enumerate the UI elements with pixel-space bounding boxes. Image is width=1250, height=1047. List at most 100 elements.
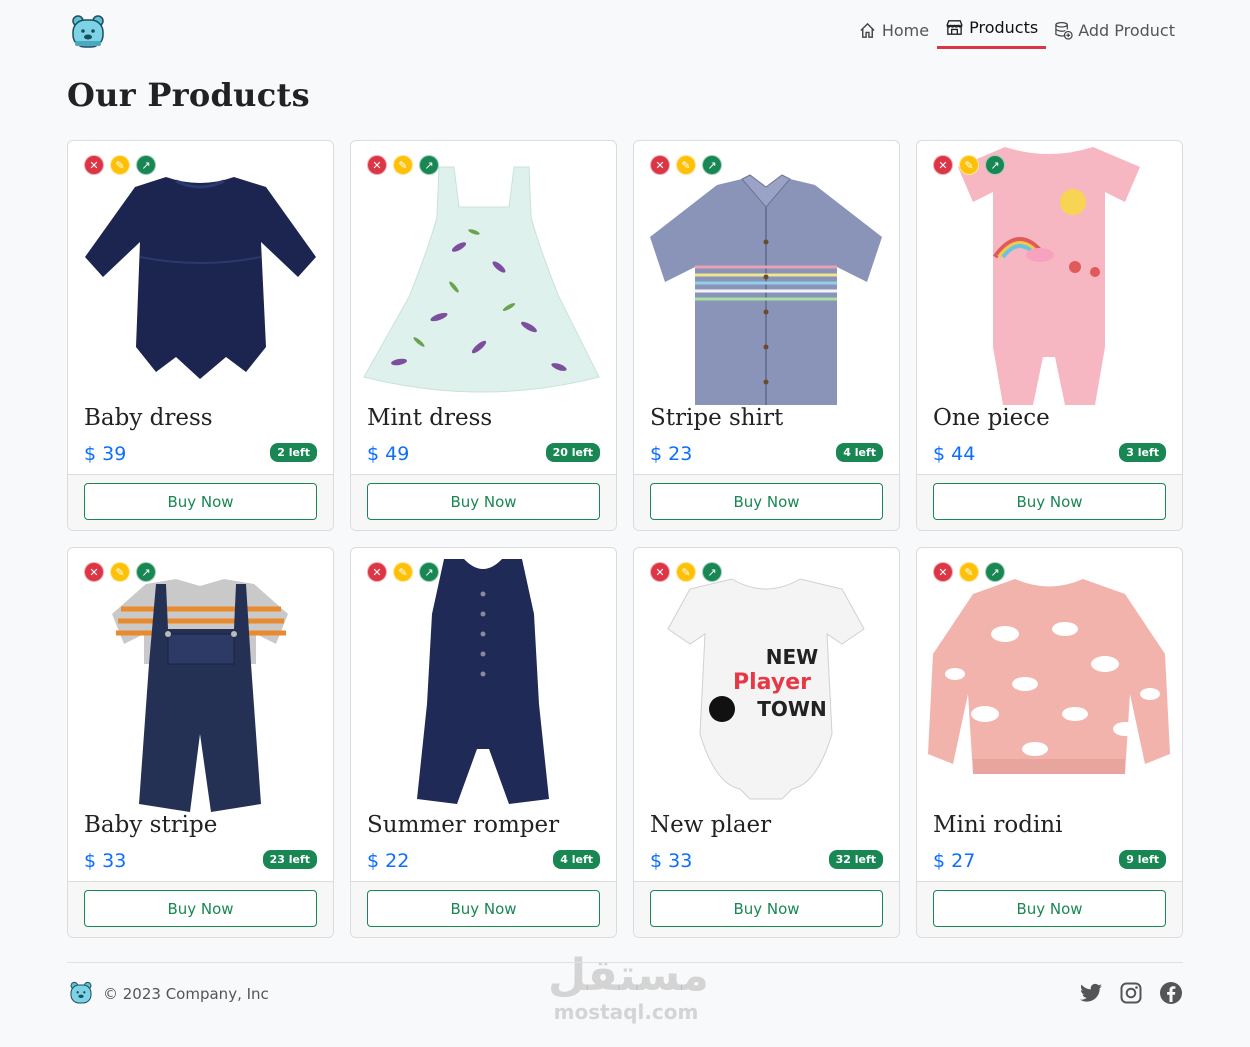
product-name: Mini rodini — [933, 812, 1063, 838]
card-actions: ✕ ✎ ↗ — [650, 562, 722, 582]
card-actions: ✕ ✎ ↗ — [933, 155, 1005, 175]
product-name: One piece — [933, 405, 1050, 431]
card-actions: ✕ ✎ ↗ — [84, 562, 156, 582]
product-card: ✕ ✎ ↗ Stripe shirt $ 23 4 left Buy Now — [633, 140, 900, 531]
edit-icon[interactable]: ✎ — [110, 155, 130, 175]
nav-add-product[interactable]: Add Product — [1046, 12, 1183, 48]
delete-icon[interactable]: ✕ — [650, 155, 670, 175]
card-footer: Buy Now — [634, 474, 899, 530]
svg-text:TOWN: TOWN — [757, 697, 826, 721]
product-name: Baby stripe — [84, 812, 218, 838]
card-actions: ✕ ✎ ↗ — [367, 562, 439, 582]
card-footer: Buy Now — [351, 881, 616, 937]
buy-now-button[interactable]: Buy Now — [650, 483, 883, 520]
edit-icon[interactable]: ✎ — [676, 155, 696, 175]
product-price: $ 33 — [650, 850, 693, 872]
product-image — [650, 174, 882, 405]
product-image — [363, 166, 600, 393]
open-arrow-icon[interactable]: ↗ — [702, 155, 722, 175]
delete-icon[interactable]: ✕ — [933, 562, 953, 582]
open-arrow-icon[interactable]: ↗ — [419, 155, 439, 175]
bear-logo-icon[interactable] — [69, 981, 93, 1005]
social-links — [1079, 981, 1183, 1005]
twitter-icon[interactable] — [1079, 981, 1103, 1005]
product-price: $ 27 — [933, 850, 976, 872]
nav-products-label: Products — [969, 17, 1039, 37]
open-arrow-icon[interactable]: ↗ — [419, 562, 439, 582]
card-footer: Buy Now — [68, 881, 333, 937]
delete-icon[interactable]: ✕ — [367, 562, 387, 582]
nav-add-product-label: Add Product — [1078, 20, 1175, 40]
product-card: ✕ ✎ ↗ Baby dress $ 39 2 left Buy Now — [67, 140, 334, 531]
nav-home[interactable]: Home — [850, 12, 937, 48]
product-name: Stripe shirt — [650, 405, 784, 431]
shop-icon — [946, 19, 963, 35]
open-arrow-icon[interactable]: ↗ — [136, 562, 156, 582]
product-image: NEW Player TOWN — [667, 578, 865, 800]
product-price: $ 33 — [84, 850, 127, 872]
product-card: ✕ ✎ ↗ Mini rodini $ 27 9 left Buy Now — [916, 547, 1183, 938]
svg-text:NEW: NEW — [766, 645, 818, 669]
delete-icon[interactable]: ✕ — [84, 155, 104, 175]
footer: © 2023 Company, Inc — [67, 962, 1183, 1022]
product-name: Mint dress — [367, 405, 493, 431]
stock-badge: 23 left — [262, 850, 317, 869]
house-icon — [860, 22, 875, 38]
stock-badge: 20 left — [545, 443, 600, 462]
edit-icon[interactable]: ✎ — [110, 562, 130, 582]
edit-icon[interactable]: ✎ — [393, 155, 413, 175]
product-image — [417, 559, 549, 804]
product-price: $ 44 — [933, 443, 976, 465]
open-arrow-icon[interactable]: ↗ — [985, 155, 1005, 175]
product-price: $ 49 — [367, 443, 410, 465]
product-name: Summer romper — [367, 812, 560, 838]
navbar: Home Products Add Product — [67, 12, 1183, 52]
product-price: $ 39 — [84, 443, 127, 465]
edit-icon[interactable]: ✎ — [959, 155, 979, 175]
product-price: $ 23 — [650, 443, 693, 465]
nav-products[interactable]: Products — [937, 12, 1047, 49]
delete-icon[interactable]: ✕ — [933, 155, 953, 175]
card-footer: Buy Now — [634, 881, 899, 937]
open-arrow-icon[interactable]: ↗ — [702, 562, 722, 582]
buy-now-button[interactable]: Buy Now — [650, 890, 883, 927]
product-name: Baby dress — [84, 405, 213, 431]
card-footer: Buy Now — [917, 474, 1182, 530]
page-title: Our Products — [67, 76, 310, 114]
database-add-icon — [1055, 21, 1073, 40]
delete-icon[interactable]: ✕ — [650, 562, 670, 582]
product-card: ✕ ✎ ↗ NEW Player TOWN New plaer $ 33 32 … — [633, 547, 900, 938]
product-image — [928, 579, 1170, 774]
card-footer: Buy Now — [351, 474, 616, 530]
product-image — [112, 579, 288, 812]
product-grid: ✕ ✎ ↗ Baby dress $ 39 2 left Buy Now ✕ ✎… — [67, 140, 1183, 938]
copyright-text: © 2023 Company, Inc — [103, 985, 269, 1003]
buy-now-button[interactable]: Buy Now — [84, 890, 317, 927]
stock-badge: 4 left — [836, 443, 883, 462]
buy-now-button[interactable]: Buy Now — [367, 890, 600, 927]
bear-logo-icon[interactable] — [70, 14, 106, 50]
stock-badge: 32 left — [828, 850, 883, 869]
buy-now-button[interactable]: Buy Now — [933, 890, 1166, 927]
card-actions: ✕ ✎ ↗ — [650, 155, 722, 175]
product-image — [85, 177, 316, 379]
product-image — [958, 147, 1140, 405]
edit-icon[interactable]: ✎ — [959, 562, 979, 582]
card-actions: ✕ ✎ ↗ — [933, 562, 1005, 582]
open-arrow-icon[interactable]: ↗ — [136, 155, 156, 175]
delete-icon[interactable]: ✕ — [84, 562, 104, 582]
product-card: ✕ ✎ ↗ Mint dress $ 49 20 left Buy Now — [350, 140, 617, 531]
product-card: ✕ ✎ ↗ Summer romper $ 22 4 left Buy Now — [350, 547, 617, 938]
facebook-icon[interactable] — [1159, 981, 1183, 1005]
svg-text:Player: Player — [733, 670, 811, 695]
buy-now-button[interactable]: Buy Now — [933, 483, 1166, 520]
edit-icon[interactable]: ✎ — [676, 562, 696, 582]
buy-now-button[interactable]: Buy Now — [84, 483, 317, 520]
edit-icon[interactable]: ✎ — [393, 562, 413, 582]
delete-icon[interactable]: ✕ — [367, 155, 387, 175]
buy-now-button[interactable]: Buy Now — [367, 483, 600, 520]
stock-badge: 2 left — [270, 443, 317, 462]
product-name: New plaer — [650, 812, 772, 838]
instagram-icon[interactable] — [1119, 981, 1143, 1005]
open-arrow-icon[interactable]: ↗ — [985, 562, 1005, 582]
